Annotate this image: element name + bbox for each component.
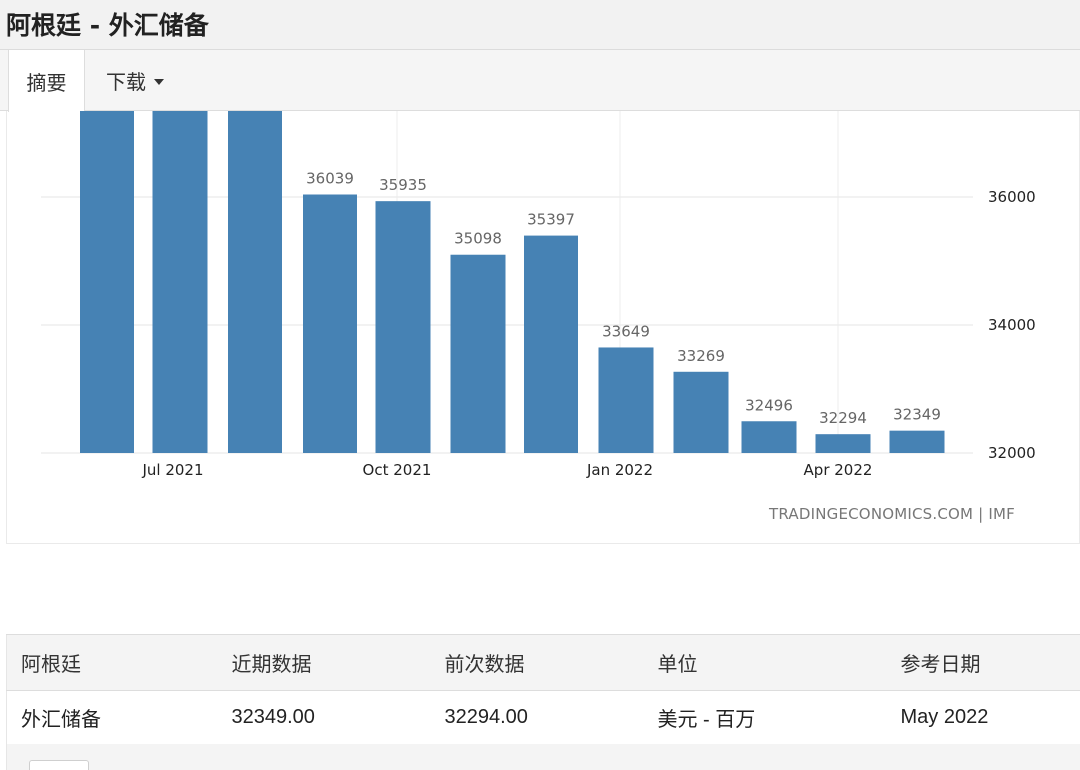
- header-reference-date: 参考日期: [886, 634, 1080, 691]
- y-tick-label: 34000: [988, 316, 1036, 334]
- bar[interactable]: [152, 111, 208, 453]
- caret-down-icon: [154, 78, 164, 85]
- cell-unit: 美元 - 百万: [643, 690, 887, 745]
- tab-download-label: 下载: [106, 70, 146, 94]
- bar[interactable]: [450, 254, 506, 453]
- bar-value-label: 35935: [379, 176, 427, 194]
- bar-value-label: 32349: [893, 406, 941, 424]
- table-header-row: 阿根廷 近期数据 前次数据 单位 参考日期: [6, 634, 1080, 691]
- tab-summary-label: 摘要: [26, 70, 67, 95]
- cell-indicator[interactable]: 外汇储备: [6, 690, 218, 745]
- bar-value-label: 32294: [819, 409, 867, 427]
- x-tick-label: Apr 2022: [804, 461, 873, 479]
- bar-value-label: 35098: [454, 230, 502, 248]
- header-latest: 近期数据: [217, 634, 431, 691]
- footer-control[interactable]: [29, 760, 89, 770]
- bar[interactable]: [598, 347, 654, 453]
- bar[interactable]: [303, 194, 357, 453]
- table-row: 外汇储备 32349.00 32294.00 美元 - 百万 May 2022: [6, 690, 1080, 745]
- bar-value-label: 35397: [527, 211, 575, 229]
- tab-bar: 摘要 下载: [0, 50, 1080, 112]
- bar[interactable]: [673, 371, 729, 453]
- bar[interactable]: [889, 430, 945, 453]
- bar-chart: 36039 35935 35098 35397 33649 33269 32496 32294…: [41, 111, 1036, 479]
- page-title: 阿根廷 - 外汇储备: [6, 11, 209, 40]
- header-country: 阿根廷: [6, 634, 218, 691]
- bar-value-label: 33269: [677, 347, 725, 365]
- bar[interactable]: [228, 111, 282, 453]
- title-bar: 阿根廷 - 外汇储备: [0, 0, 1080, 50]
- bar[interactable]: [375, 201, 431, 453]
- cell-latest: 32349.00: [217, 690, 431, 745]
- bar-value-label: 32496: [745, 396, 793, 414]
- bar-value-label: 36039: [306, 170, 354, 188]
- chart-source[interactable]: TRADINGECONOMICS.COM | IMF: [769, 505, 1015, 523]
- bar[interactable]: [524, 235, 578, 453]
- y-tick-label: 36000: [988, 188, 1036, 206]
- cell-previous: 32294.00: [430, 690, 644, 745]
- tab-download[interactable]: 下载: [85, 50, 185, 111]
- bar[interactable]: [741, 421, 797, 453]
- bar-value-label: 33649: [602, 322, 650, 340]
- x-tick-label: Oct 2021: [363, 461, 432, 479]
- x-tick-label: Jul 2021: [141, 461, 203, 479]
- header-previous: 前次数据: [430, 634, 644, 691]
- y-tick-label: 32000: [988, 444, 1036, 462]
- chart-panel: 36039 35935 35098 35397 33649 33269 32496 32294…: [6, 111, 1080, 544]
- header-unit: 单位: [643, 634, 887, 691]
- tab-summary[interactable]: 摘要: [8, 50, 85, 112]
- bar[interactable]: [80, 111, 134, 453]
- table-footer: [6, 744, 1080, 770]
- data-table: 阿根廷 近期数据 前次数据 单位 参考日期 外汇储备 32349.00 3229…: [6, 634, 1080, 745]
- bar[interactable]: [815, 434, 871, 453]
- cell-reference-date: May 2022: [886, 690, 1080, 745]
- x-tick-label: Jan 2022: [586, 461, 653, 479]
